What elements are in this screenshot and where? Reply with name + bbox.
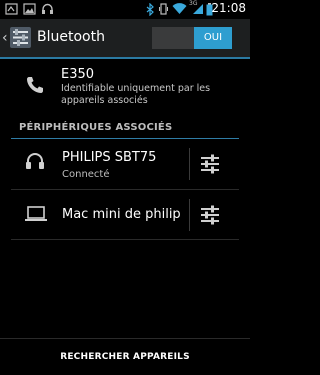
paired-devices-header: PÉRIPHÉRIQUES ASSOCIÉS <box>19 122 173 133</box>
paired-device-row[interactable]: PHILIPS SBT75 Connecté <box>11 141 239 187</box>
vertical-separator <box>189 199 190 231</box>
back-chevron-icon[interactable]: ‹ <box>2 30 8 46</box>
settings-sliders-icon <box>201 154 219 174</box>
signal-icon <box>193 4 203 14</box>
row-divider <box>11 189 239 190</box>
device-settings-button[interactable] <box>195 149 225 179</box>
action-bar: ‹ Bluetooth OUI <box>0 19 250 59</box>
notification-headphones-icon <box>42 3 53 14</box>
bluetooth-toggle[interactable]: OUI <box>152 27 232 49</box>
wifi-icon <box>172 3 187 14</box>
device-visibility-text: Identifiable uniquement par les appareil… <box>61 83 211 106</box>
headphones-icon <box>26 153 44 169</box>
laptop-icon <box>25 206 47 221</box>
search-devices-button[interactable]: RECHERCHER APPAREILS <box>0 339 250 375</box>
paired-device-name: PHILIPS SBT75 <box>62 150 157 165</box>
vertical-separator <box>189 148 190 180</box>
paired-device-row[interactable]: Mac mini de philip <box>11 192 239 238</box>
status-bar: 3G 21:08 <box>0 0 250 19</box>
section-divider <box>11 138 239 139</box>
notification-usb-icon <box>5 3 18 15</box>
bluetooth-status-icon <box>146 3 154 16</box>
this-device-row[interactable]: E350 Identifiable uniquement par les app… <box>0 61 250 113</box>
vibrate-icon <box>159 3 168 15</box>
device-settings-button[interactable] <box>195 200 225 230</box>
row-divider <box>11 239 239 240</box>
toggle-on-label: OUI <box>194 27 232 49</box>
notification-image-icon <box>23 3 36 15</box>
settings-sliders-icon <box>201 205 219 225</box>
paired-device-status: Connecté <box>62 169 110 180</box>
page-title: Bluetooth <box>37 29 105 45</box>
settings-app-icon[interactable] <box>10 27 31 48</box>
phone-icon <box>27 77 43 93</box>
device-name: E350 <box>61 67 95 82</box>
paired-device-name: Mac mini de philip <box>62 207 181 222</box>
status-time: 21:08 <box>211 1 246 15</box>
